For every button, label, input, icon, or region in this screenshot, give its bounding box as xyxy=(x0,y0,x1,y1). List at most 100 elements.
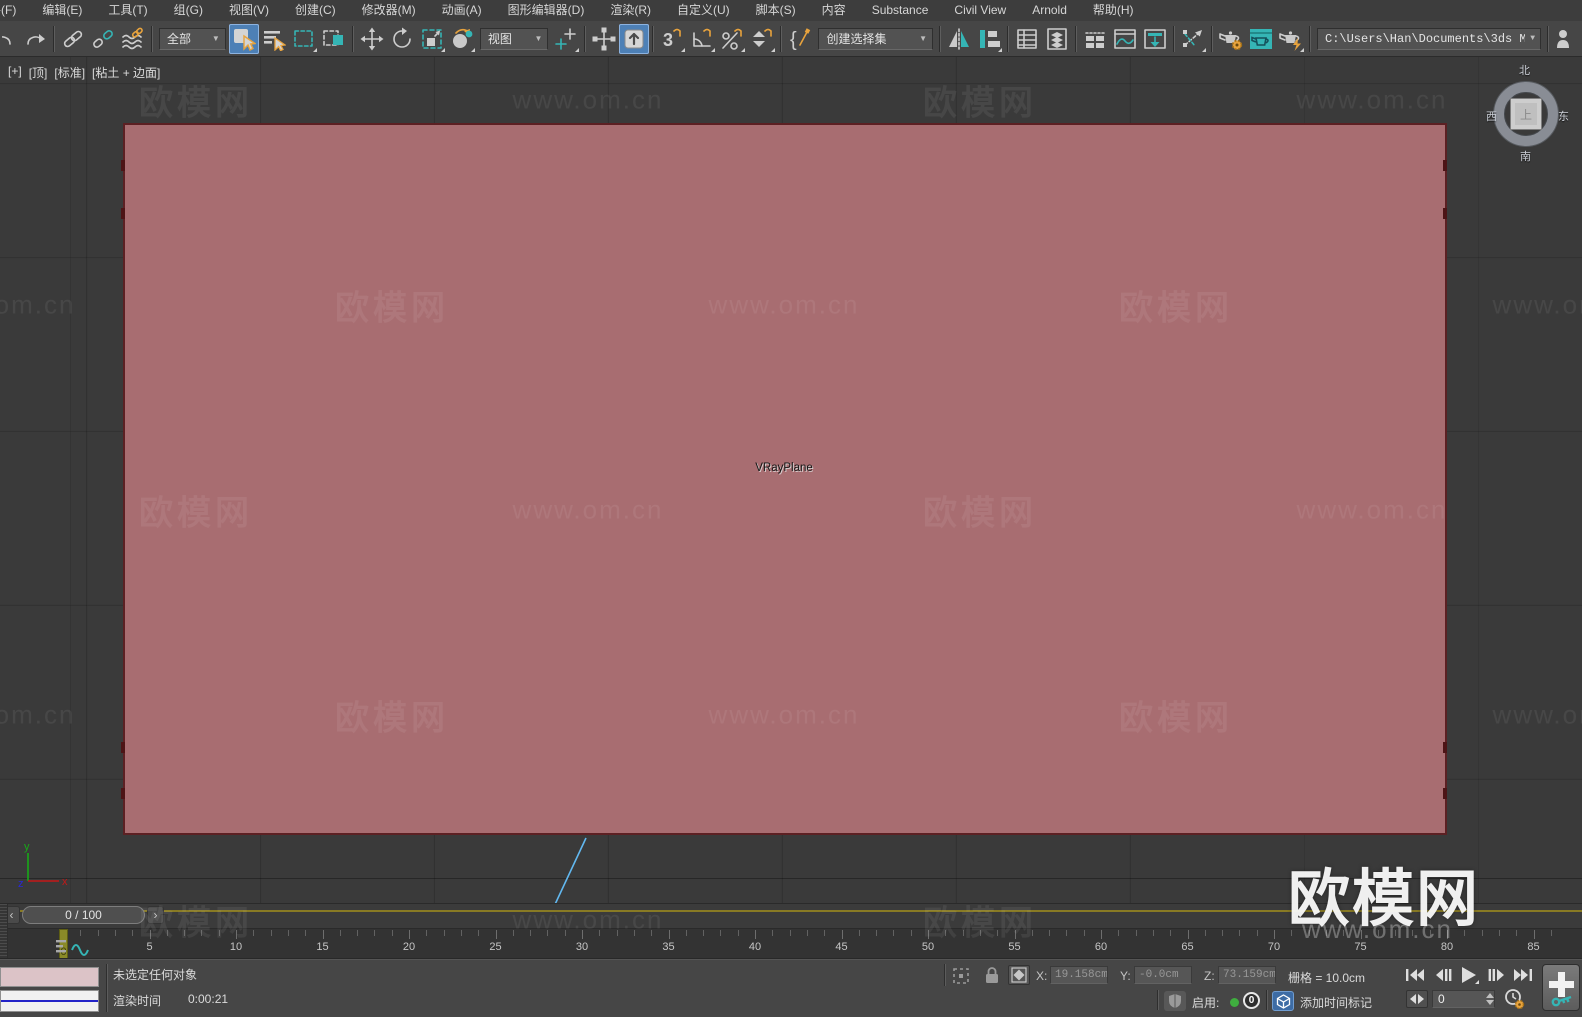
angle-snap-button[interactable] xyxy=(687,24,717,54)
toggle-layer-explorer-button[interactable] xyxy=(1042,24,1072,54)
menu-item-11[interactable]: 脚本(S) xyxy=(743,0,809,21)
menu-item-9[interactable]: 渲染(R) xyxy=(597,0,664,21)
ref-coord-system-dropdown[interactable]: 视图 ▼ xyxy=(479,27,549,50)
maxscript-listener-pane[interactable] xyxy=(0,990,99,1012)
menu-item-5[interactable]: 创建(C) xyxy=(282,0,349,21)
z-coord-field[interactable]: 73.159cm xyxy=(1218,966,1276,984)
ruler-tick xyxy=(928,930,929,939)
key-mode-toggle-button[interactable] xyxy=(1406,990,1428,1008)
keyboard-override-button[interactable] xyxy=(619,23,650,54)
align-button[interactable] xyxy=(974,24,1004,54)
vray-plane-object[interactable] xyxy=(123,123,1447,835)
select-and-manipulate-button[interactable] xyxy=(589,24,619,54)
toggle-ribbon-button[interactable] xyxy=(1080,24,1110,54)
track-bar-ruler[interactable]: 510152025303540455055606570758085 0 xyxy=(0,928,1582,959)
menu-item-7[interactable]: 动画(A) xyxy=(429,0,495,21)
lock-selection-icon[interactable] xyxy=(984,966,1000,985)
keyboard-override-icon xyxy=(624,29,644,48)
play-button[interactable] xyxy=(1456,964,1481,985)
viewcube-top-face[interactable]: 上 xyxy=(1510,98,1542,130)
time-configuration-button[interactable] xyxy=(1502,988,1526,1010)
rendered-frame-window-button[interactable] xyxy=(1246,24,1276,54)
schematic-view-button[interactable] xyxy=(1140,24,1170,54)
toolbar-separator xyxy=(1007,25,1009,52)
select-and-move-button[interactable] xyxy=(357,24,387,54)
snaps-toggle-button[interactable]: 3 xyxy=(657,24,687,54)
add-time-tag-label[interactable]: 添加时间标记 xyxy=(1300,994,1372,1011)
menu-item-13[interactable]: Substance xyxy=(859,0,942,21)
render-setup-button[interactable] xyxy=(1216,24,1246,54)
isolate-selection-icon[interactable] xyxy=(952,967,970,985)
x-coord-field[interactable]: 19.158cm xyxy=(1050,966,1108,984)
viewport-pov-menu[interactable]: [顶] xyxy=(29,64,48,81)
ruler-tick xyxy=(1498,930,1500,936)
absolute-mode-button[interactable] xyxy=(1008,965,1030,985)
mini-curve-editor-button[interactable] xyxy=(52,938,102,956)
prev-frame-button[interactable] xyxy=(1430,964,1455,985)
y-coord-field[interactable]: -0.0cm xyxy=(1134,966,1192,984)
viewport-standard-menu[interactable]: [标准] xyxy=(54,64,85,81)
unlink-selection-button[interactable] xyxy=(88,24,118,54)
rectangular-selection-region-button[interactable] xyxy=(289,24,319,54)
curve-editor-button[interactable] xyxy=(1110,24,1140,54)
time-slider-handle[interactable]: 0 / 100 xyxy=(22,906,145,924)
menu-item-4[interactable]: 视图(V) xyxy=(216,0,282,21)
material-editor-button[interactable] xyxy=(1178,24,1208,54)
named-selection-set-dropdown[interactable]: 创建选择集 ▼ xyxy=(818,27,933,50)
spinner-snap-button[interactable] xyxy=(747,24,777,54)
mirror-button[interactable] xyxy=(944,24,974,54)
ruler-tick xyxy=(1343,930,1345,936)
menu-item-1[interactable]: 编辑(E) xyxy=(29,0,95,21)
toolbar-separator xyxy=(1211,25,1213,52)
toggle-scene-explorer-button[interactable] xyxy=(1012,24,1042,54)
menu-item-14[interactable]: Civil View xyxy=(941,0,1019,21)
viewcube-south-label[interactable]: 南 xyxy=(1520,148,1531,164)
redo-button[interactable] xyxy=(20,24,50,54)
goto-start-button[interactable] xyxy=(1402,964,1427,985)
viewcube[interactable]: 上 北 西 东 南 xyxy=(1478,65,1574,164)
select-and-rotate-button[interactable] xyxy=(387,24,417,54)
goto-end-button[interactable] xyxy=(1510,964,1535,985)
select-by-name-button[interactable] xyxy=(259,24,289,54)
select-object-button[interactable] xyxy=(228,23,259,54)
menu-item-2[interactable]: 工具(T) xyxy=(95,0,160,21)
set-key-button[interactable] xyxy=(1542,964,1580,1011)
menu-item-6[interactable]: 修改器(M) xyxy=(349,0,429,21)
bind-to-space-warp-button[interactable] xyxy=(118,24,148,54)
viewport-shading-menu[interactable]: [粘土 + 边面] xyxy=(92,64,160,81)
select-and-link-button[interactable] xyxy=(58,24,88,54)
menu-item-12[interactable]: 内容 xyxy=(809,0,859,21)
menu-item-8[interactable]: 图形编辑器(D) xyxy=(495,0,598,21)
viewcube-east-label[interactable]: 东 xyxy=(1558,108,1569,124)
use-pivot-point-center-button[interactable] xyxy=(551,24,581,54)
macro-recorder-pane[interactable] xyxy=(0,967,99,987)
enable-count-badge[interactable]: 0 xyxy=(1243,992,1260,1009)
ruler-tick xyxy=(1031,930,1033,936)
next-frame-button[interactable] xyxy=(1484,964,1509,985)
viewport-general-menu[interactable]: [+] xyxy=(8,64,22,81)
selection-filter-dropdown[interactable]: 全部 ▼ xyxy=(159,27,226,50)
menu-item-15[interactable]: Arnold xyxy=(1019,0,1080,21)
menu-item-16[interactable]: 帮助(H) xyxy=(1080,0,1147,21)
edit-named-selection-sets-button[interactable]: { xyxy=(785,24,815,54)
window-crossing-button[interactable] xyxy=(319,24,349,54)
select-and-place-button[interactable] xyxy=(447,24,477,54)
ruler-label-25: 25 xyxy=(489,941,502,953)
time-slider-next-button[interactable]: › xyxy=(147,906,164,924)
render-production-button[interactable] xyxy=(1276,24,1306,54)
percent-snap-button[interactable] xyxy=(717,24,747,54)
menu-item-0[interactable]: 文件(F) xyxy=(0,0,29,21)
workspace-button[interactable] xyxy=(1552,24,1582,54)
trackbar-grip[interactable] xyxy=(0,904,8,958)
project-path-dropdown[interactable]: C:\Users\Han\Documents\3ds Max 2022 ▼ xyxy=(1317,27,1541,50)
viewcube-west-label[interactable]: 西 xyxy=(1486,108,1497,124)
security-tools-button[interactable] xyxy=(1164,991,1186,1011)
frame-spinner[interactable] xyxy=(1484,990,1495,1008)
viewport-top[interactable]: [+] [顶] [标准] [粘土 + 边面] VRayPlane 上 北 西 东… xyxy=(0,57,1582,914)
menu-item-3[interactable]: 组(G) xyxy=(161,0,216,21)
viewcube-north-label[interactable]: 北 xyxy=(1519,62,1530,78)
select-and-scale-button[interactable] xyxy=(417,24,447,54)
undo-button[interactable] xyxy=(2,24,20,54)
menu-item-10[interactable]: 自定义(U) xyxy=(664,0,743,21)
time-tag-button[interactable] xyxy=(1272,991,1294,1011)
